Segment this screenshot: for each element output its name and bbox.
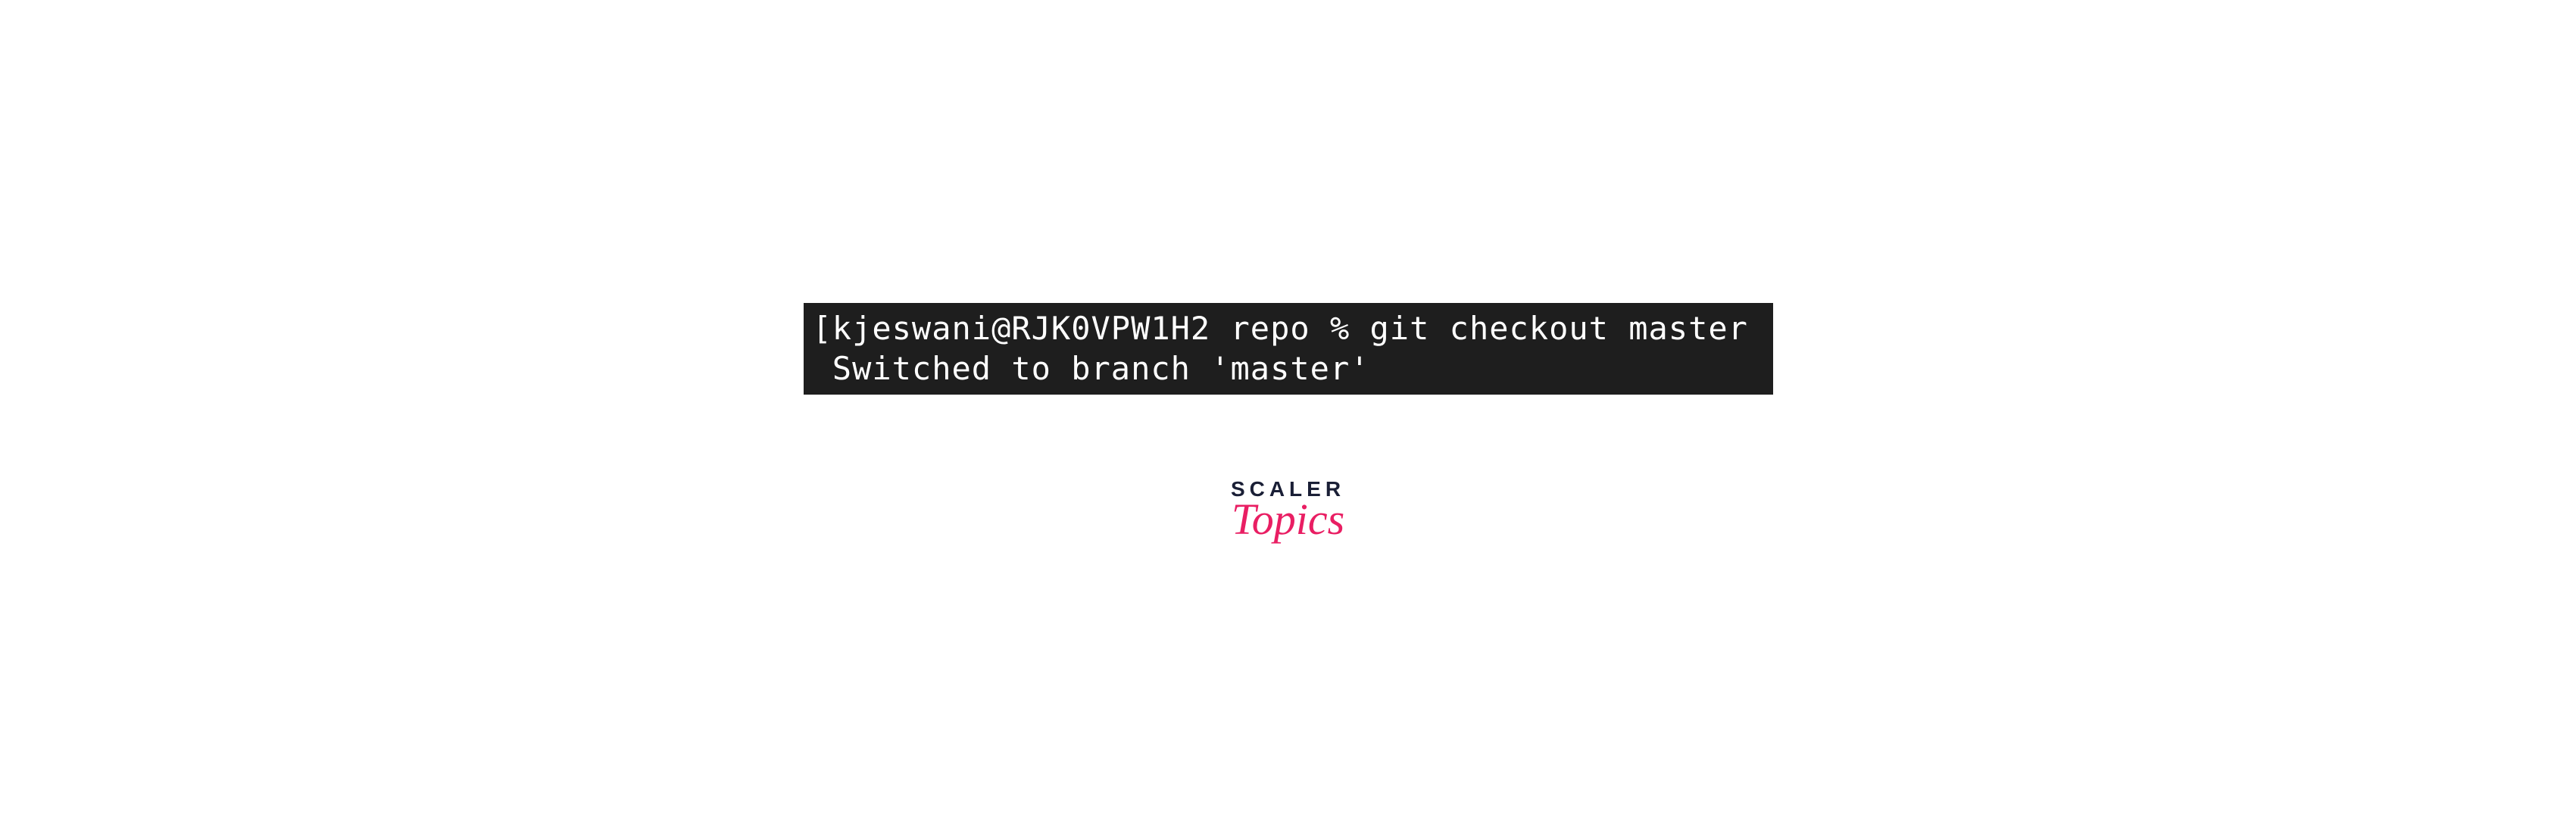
logo-container: SCALER Topics xyxy=(1231,477,1345,545)
terminal-line-1: [kjeswani@RJK0VPW1H2 repo % git checkout… xyxy=(813,309,1764,349)
terminal-output: [kjeswani@RJK0VPW1H2 repo % git checkout… xyxy=(804,303,1773,395)
terminal-line-2: Switched to branch 'master' xyxy=(813,349,1764,389)
content-wrapper: [kjeswani@RJK0VPW1H2 repo % git checkout… xyxy=(720,220,1856,598)
logo-topics-text: Topics xyxy=(1231,494,1345,545)
